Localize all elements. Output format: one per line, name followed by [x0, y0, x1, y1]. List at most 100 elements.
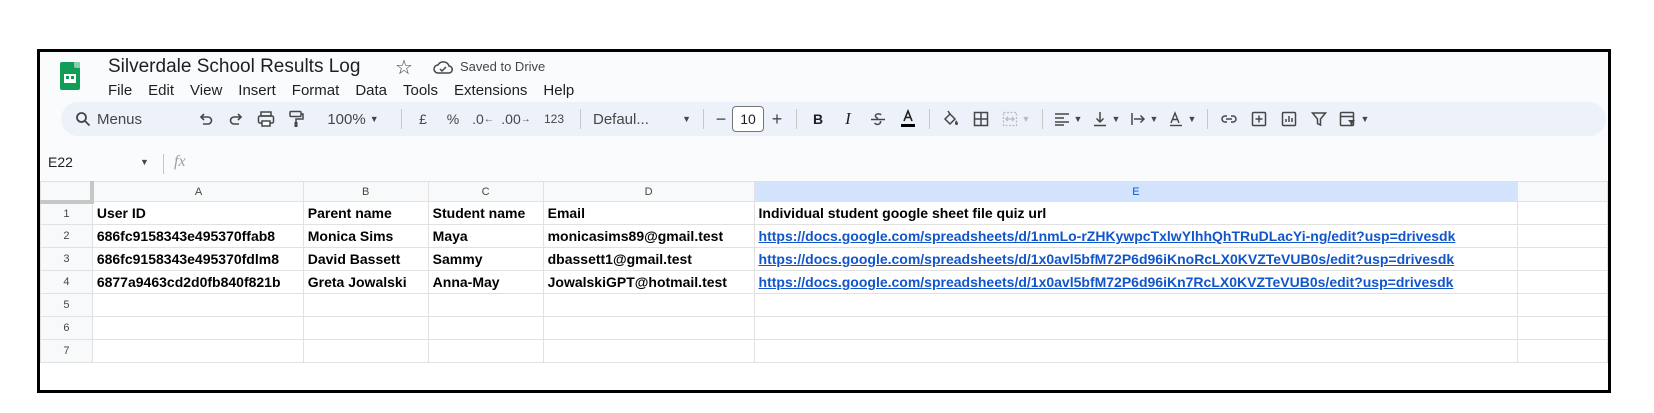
menu-data[interactable]: Data — [347, 80, 395, 102]
cell[interactable] — [91, 339, 304, 363]
column-header-e[interactable]: E — [753, 181, 1519, 202]
row-header[interactable]: 5 — [40, 293, 93, 317]
cell[interactable] — [91, 293, 304, 317]
cell[interactable]: Maya — [427, 224, 544, 248]
insert-link-icon[interactable] — [1214, 105, 1244, 133]
select-all-corner[interactable] — [40, 181, 95, 204]
cell[interactable]: David Bassett — [302, 247, 429, 271]
cell[interactable]: Individual student google sheet file qui… — [753, 201, 1519, 225]
row-header[interactable]: 3 — [40, 247, 93, 271]
zoom-select[interactable]: 100% ▼ — [311, 105, 395, 133]
cell[interactable]: monicasims89@gmail.test — [542, 224, 755, 248]
cell[interactable] — [427, 339, 544, 363]
cell[interactable]: 686fc9158343e495370fdlm8 — [91, 247, 304, 271]
cell[interactable] — [427, 316, 544, 340]
bold-button[interactable]: B — [803, 105, 833, 133]
font-size-input[interactable]: 10 — [732, 106, 764, 132]
star-icon[interactable]: ☆ — [395, 55, 413, 80]
column-header-a[interactable]: A — [91, 181, 304, 202]
increase-font-size-button[interactable]: + — [764, 105, 790, 133]
cell[interactable]: 686fc9158343e495370ffab8 — [91, 224, 304, 248]
cell[interactable]: Parent name — [302, 201, 429, 225]
cell[interactable] — [542, 316, 755, 340]
text-wrapping-icon[interactable]: ▼ — [1125, 105, 1163, 133]
menu-extensions[interactable]: Extensions — [446, 80, 535, 102]
fill-color-icon[interactable] — [936, 105, 966, 133]
print-icon[interactable] — [251, 105, 281, 133]
merge-cells-icon[interactable]: ▼ — [996, 105, 1036, 133]
document-title[interactable]: Silverdale School Results Log — [108, 56, 360, 78]
filter-icon[interactable] — [1304, 105, 1334, 133]
cell[interactable]: Greta Jowalski — [302, 270, 429, 294]
insert-chart-icon[interactable] — [1274, 105, 1304, 133]
borders-icon[interactable] — [966, 105, 996, 133]
row-header[interactable]: 6 — [40, 316, 93, 340]
cell[interactable]: 6877a9463cd2d0fb840f821b — [91, 270, 304, 294]
cell[interactable] — [1517, 270, 1608, 294]
cell[interactable]: Student name — [427, 201, 544, 225]
cell[interactable]: User ID — [91, 201, 304, 225]
column-header-c[interactable]: C — [427, 181, 544, 202]
menu-insert[interactable]: Insert — [230, 80, 284, 102]
percent-format-button[interactable]: % — [438, 105, 468, 133]
menu-edit[interactable]: Edit — [140, 80, 182, 102]
horizontal-align-icon[interactable]: ▼ — [1049, 105, 1087, 133]
name-box[interactable]: E22 — [48, 154, 73, 170]
column-header-empty[interactable] — [1517, 181, 1608, 202]
row-header[interactable]: 1 — [40, 201, 93, 225]
menu-help[interactable]: Help — [535, 80, 582, 102]
sheets-logo-icon[interactable] — [60, 62, 80, 90]
cell[interactable] — [302, 316, 429, 340]
currency-format-button[interactable]: £ — [408, 105, 438, 133]
filter-views-icon[interactable]: ▼ — [1334, 105, 1374, 133]
cell[interactable] — [753, 339, 1519, 363]
search-menus-button[interactable]: Menus — [71, 105, 191, 133]
cell[interactable]: Anna-May — [427, 270, 544, 294]
cell[interactable] — [302, 339, 429, 363]
cell[interactable] — [1517, 293, 1608, 317]
number-format-button[interactable]: 123 — [534, 105, 574, 133]
menu-file[interactable]: File — [100, 80, 140, 102]
cell[interactable] — [1517, 339, 1608, 363]
redo-icon[interactable] — [221, 105, 251, 133]
menu-tools[interactable]: Tools — [395, 80, 446, 102]
cell[interactable] — [91, 316, 304, 340]
cell[interactable] — [542, 293, 755, 317]
vertical-align-icon[interactable]: ▼ — [1087, 105, 1125, 133]
row-header[interactable]: 2 — [40, 224, 93, 248]
cloud-saved-icon[interactable] — [433, 60, 453, 74]
increase-decimal-button[interactable]: .00 → — [498, 105, 534, 133]
paint-format-icon[interactable] — [281, 105, 311, 133]
font-select[interactable]: Defaul... ▼ — [587, 105, 697, 133]
cell[interactable] — [753, 293, 1519, 317]
undo-icon[interactable] — [191, 105, 221, 133]
cell[interactable] — [302, 293, 429, 317]
cell-link[interactable]: https://docs.google.com/spreadsheets/d/1… — [753, 247, 1519, 271]
column-header-d[interactable]: D — [542, 181, 755, 202]
cell[interactable] — [1517, 247, 1608, 271]
cell[interactable] — [753, 316, 1519, 340]
menu-format[interactable]: Format — [284, 80, 348, 102]
cell[interactable] — [542, 339, 755, 363]
cell[interactable] — [1517, 316, 1608, 340]
text-rotation-icon[interactable]: ▼ — [1163, 105, 1201, 133]
decrease-font-size-button[interactable]: − — [710, 105, 732, 133]
cell[interactable] — [1517, 201, 1608, 225]
cell[interactable]: Sammy — [427, 247, 544, 271]
cell[interactable]: Email — [542, 201, 755, 225]
insert-comment-icon[interactable] — [1244, 105, 1274, 133]
decrease-decimal-button[interactable]: .0 ← — [468, 105, 498, 133]
chevron-down-icon[interactable]: ▼ — [140, 157, 149, 167]
menu-view[interactable]: View — [182, 80, 230, 102]
cell-link[interactable]: https://docs.google.com/spreadsheets/d/1… — [753, 224, 1519, 248]
cell[interactable] — [427, 293, 544, 317]
text-color-icon[interactable] — [893, 105, 923, 133]
italic-button[interactable]: I — [833, 105, 863, 133]
column-header-b[interactable]: B — [302, 181, 429, 202]
strikethrough-icon[interactable] — [863, 105, 893, 133]
row-header[interactable]: 4 — [40, 270, 93, 294]
cell[interactable]: dbassett1@gmail.test — [542, 247, 755, 271]
row-header[interactable]: 7 — [40, 339, 93, 363]
cell[interactable]: Monica Sims — [302, 224, 429, 248]
cell[interactable] — [1517, 224, 1608, 248]
